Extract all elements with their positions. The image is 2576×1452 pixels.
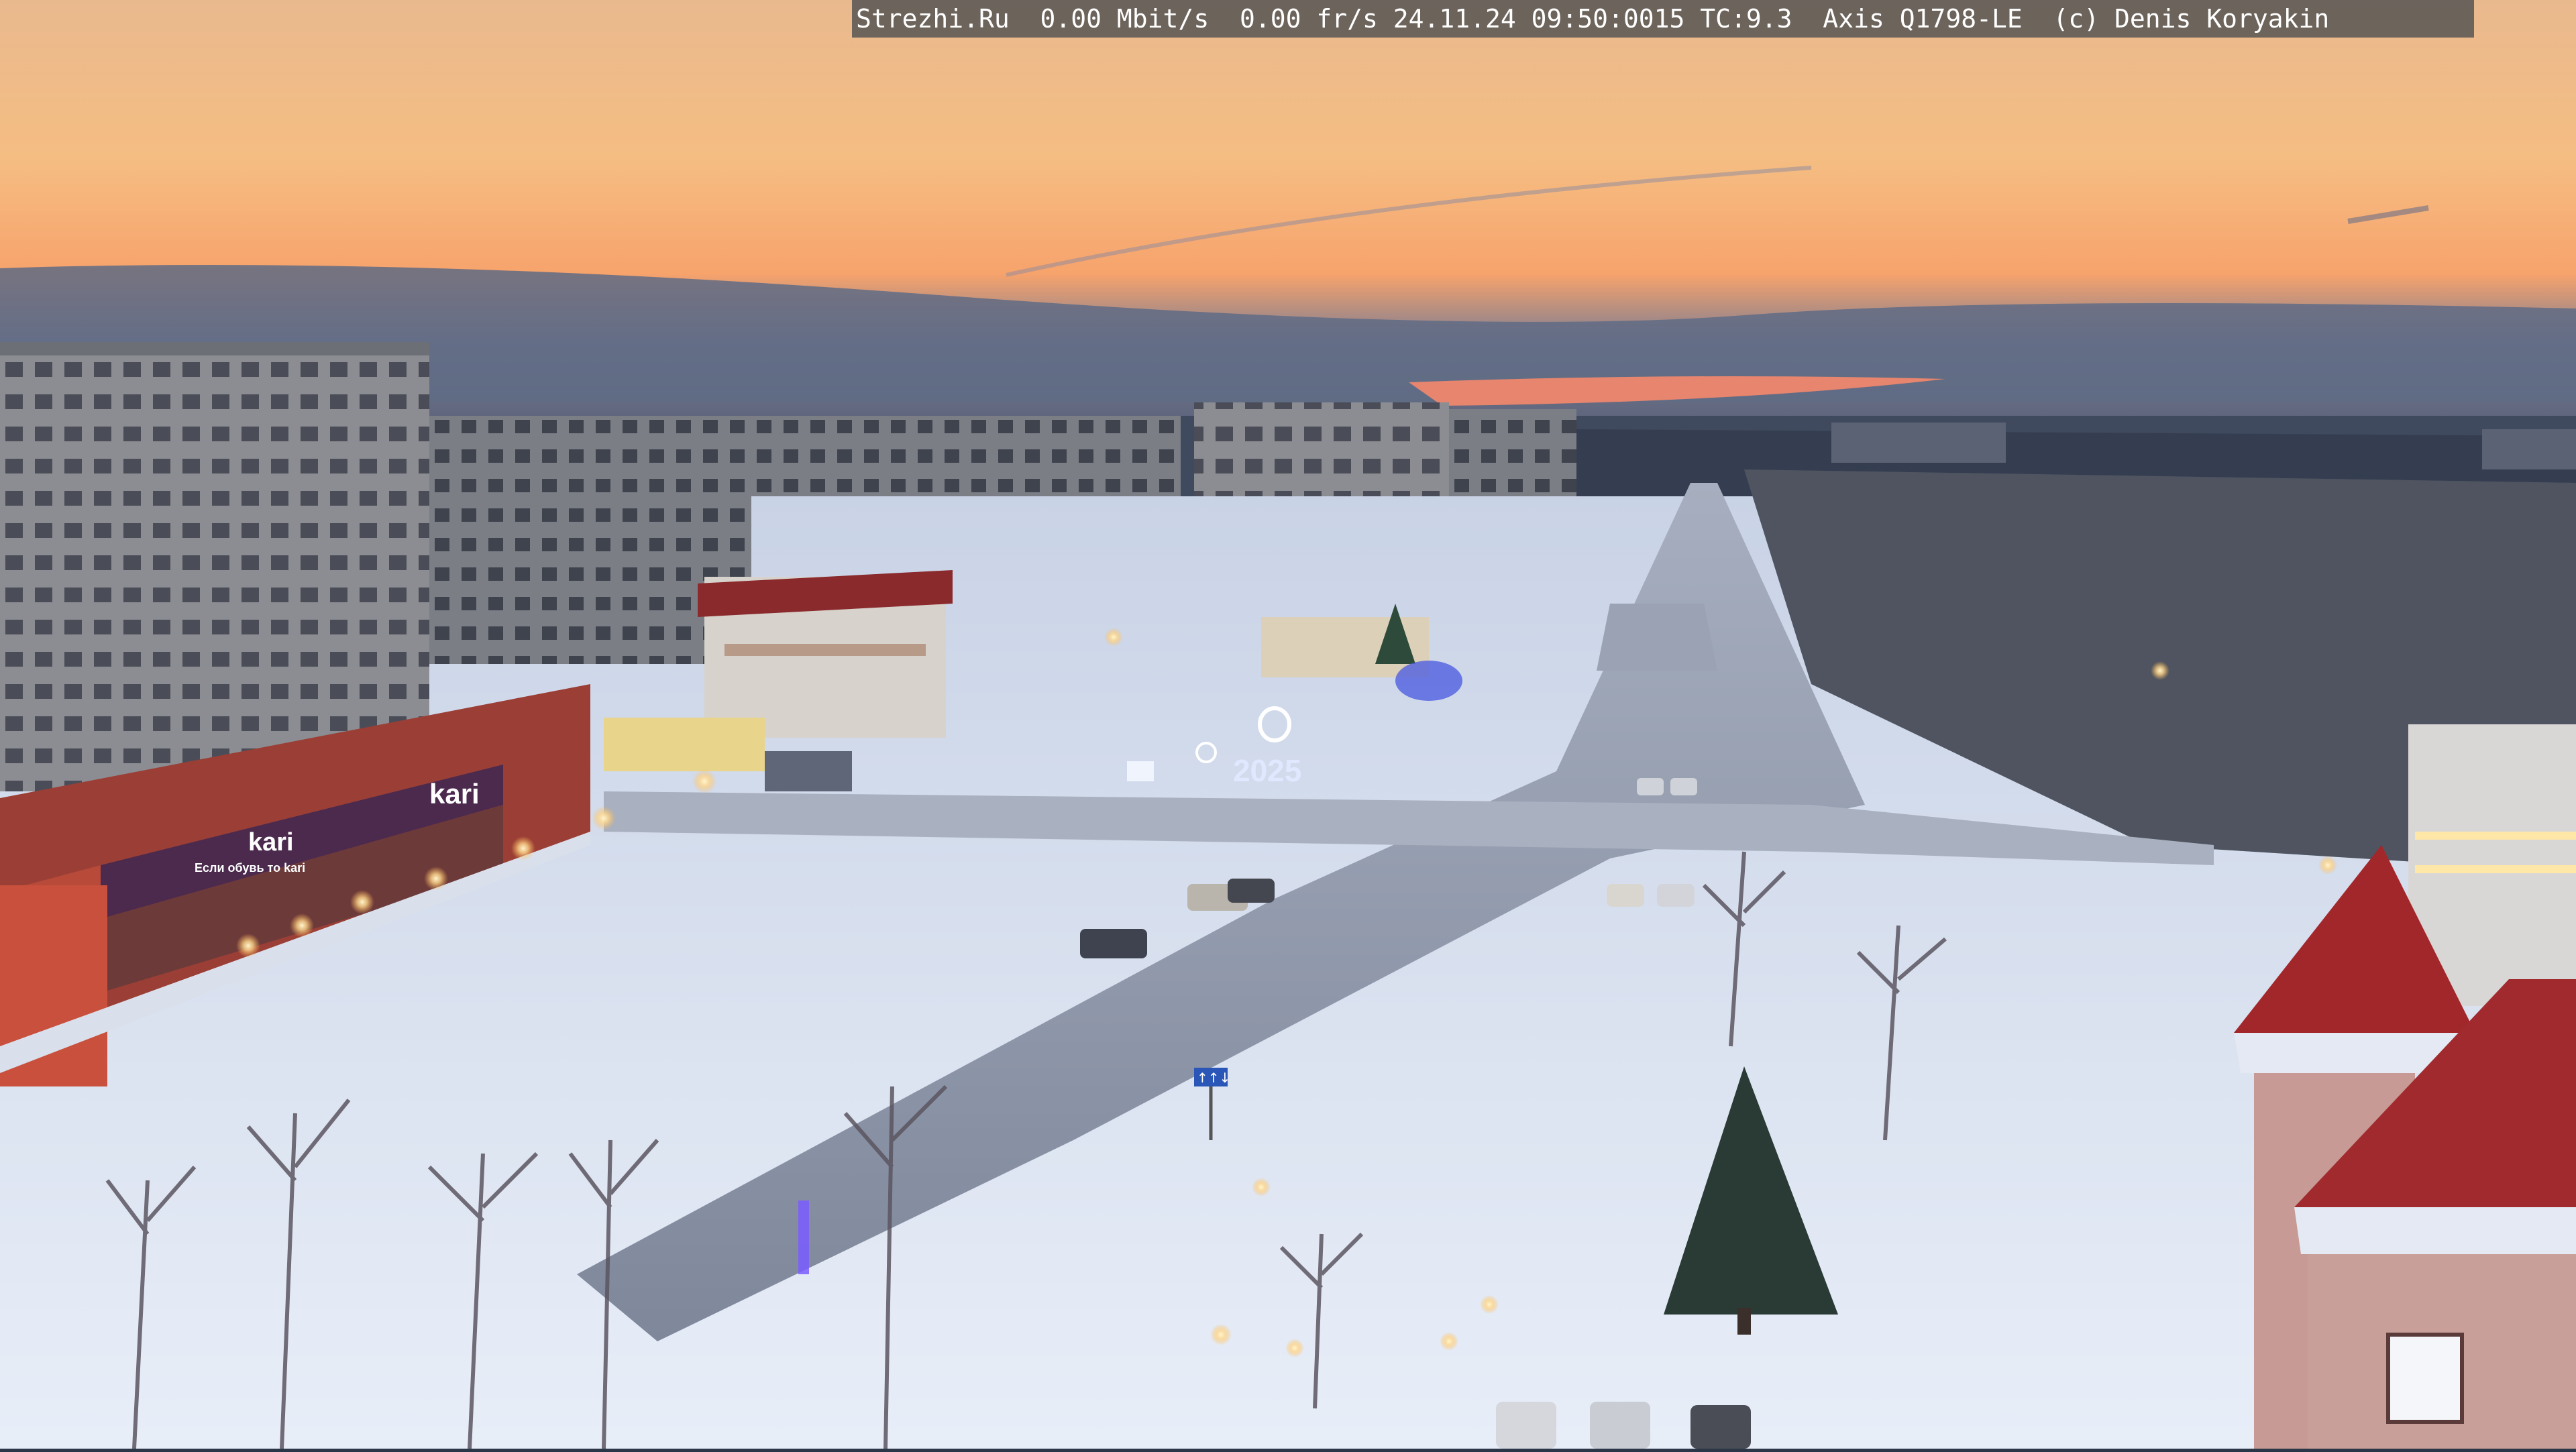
lit-decoration-pole bbox=[798, 1200, 809, 1274]
red-roof-building bbox=[698, 570, 953, 738]
store-slogan: Если обувь то kari bbox=[195, 861, 305, 875]
panel-building-left bbox=[0, 342, 429, 791]
winter-street-scene: kari kari Если обувь то kari 2025 ↑↑↓ bbox=[0, 0, 2576, 1449]
new-year-2025-lights: 2025 bbox=[1233, 753, 1301, 788]
camera-overlay-text: Strezhi.Ru 0.00 Mbit/s 0.00 fr/s 24.11.2… bbox=[852, 0, 2474, 38]
kari-sign-2: kari bbox=[248, 828, 294, 856]
kari-sign: kari bbox=[429, 778, 480, 809]
webcam-frame: kari kari Если обувь то kari 2025 ↑↑↓ St… bbox=[0, 0, 2576, 1449]
svg-text:↑↑↓: ↑↑↓ bbox=[1197, 1070, 1230, 1086]
